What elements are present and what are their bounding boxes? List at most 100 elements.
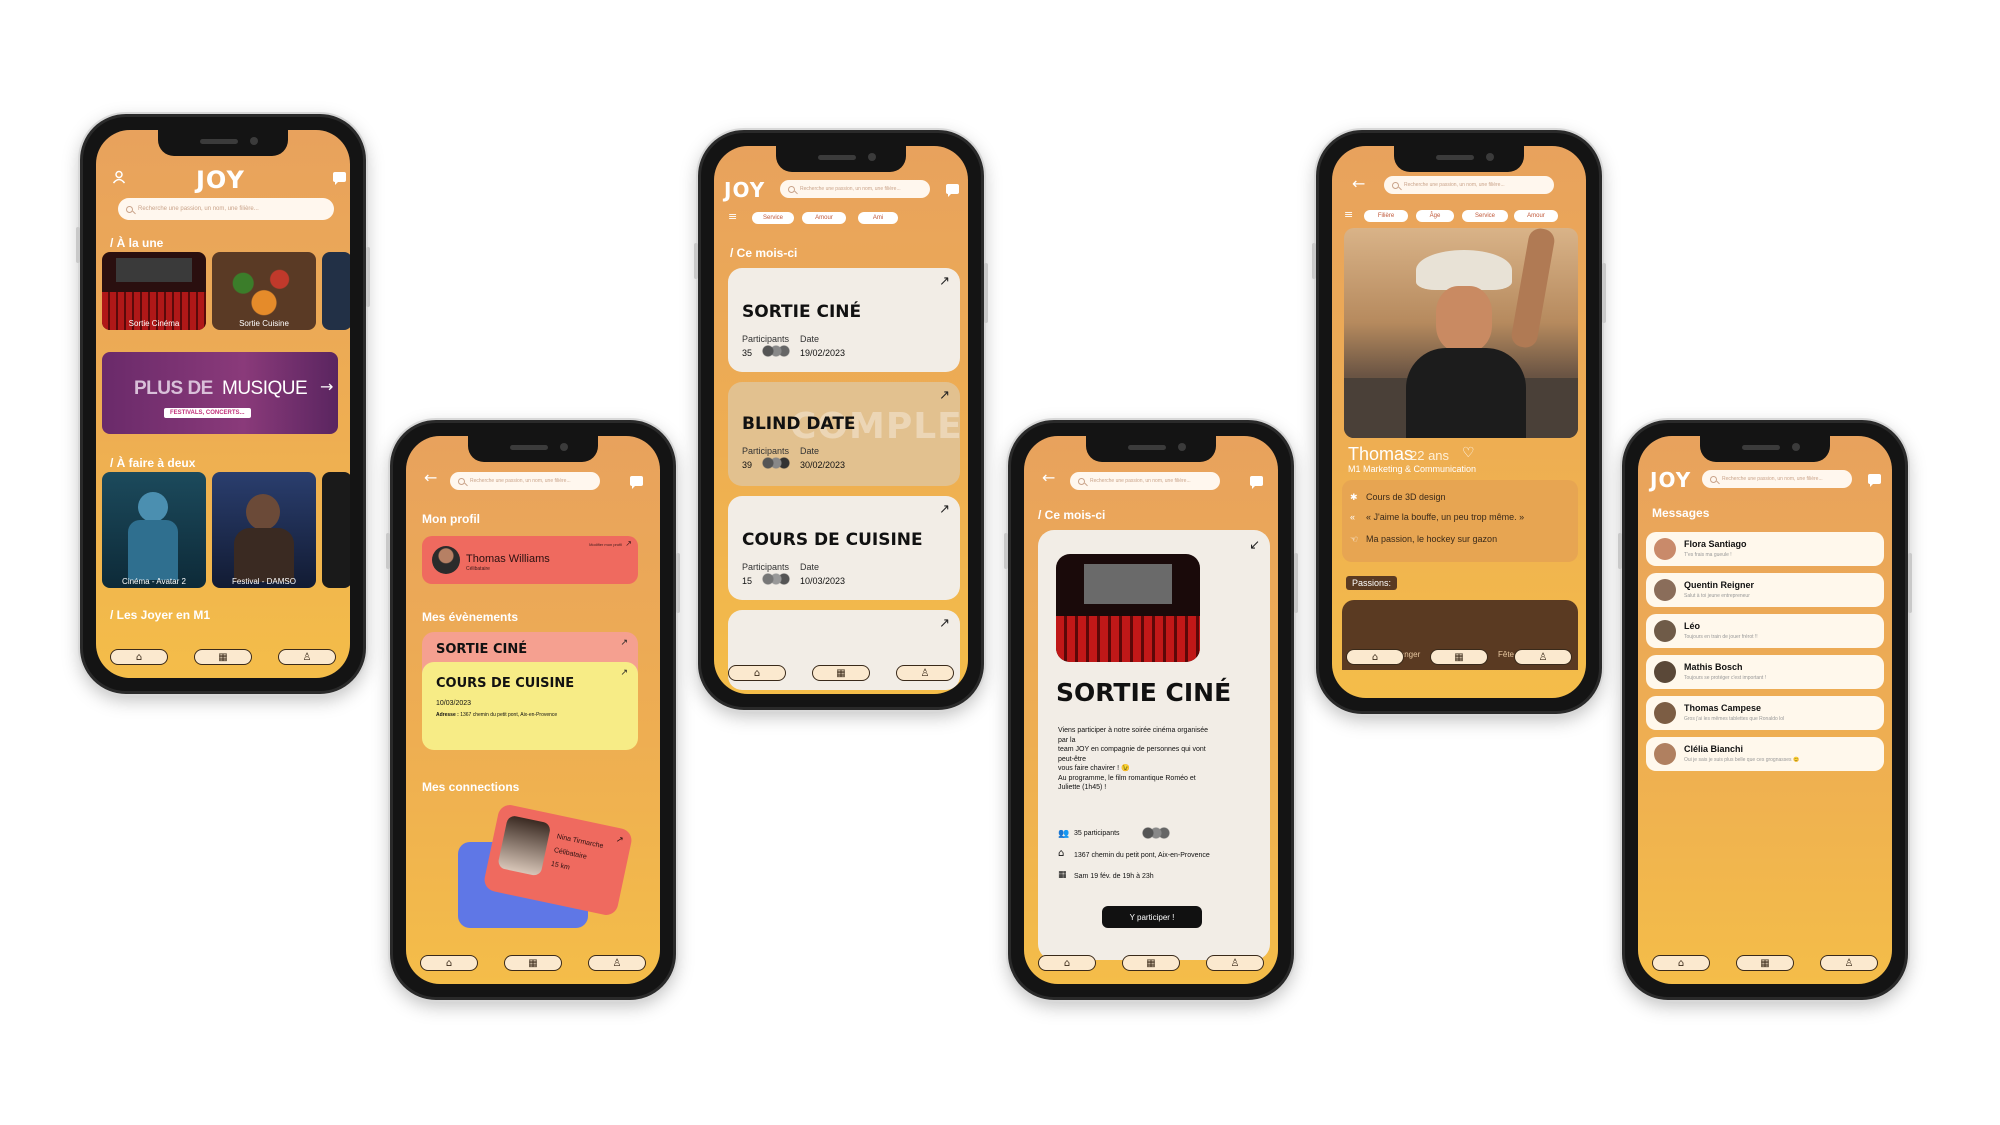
- filter-pill-amour[interactable]: Amour: [802, 212, 846, 224]
- tab-calendar[interactable]: ▦: [194, 649, 252, 665]
- section-my-connections: Mes connections: [422, 780, 520, 794]
- contact-name: Léo: [1684, 621, 1701, 631]
- event-card-cuisine[interactable]: ↗ COURS DE CUISINE Participants 15 Date …: [728, 496, 960, 600]
- event-card-cuisine[interactable]: COURS DE CUISINE ↗ 10/03/2023 Adresse : …: [422, 662, 638, 750]
- tab-profile[interactable]: ♙: [896, 665, 954, 681]
- arrow-up-right-icon: ↗: [620, 668, 628, 678]
- search-icon: [1392, 181, 1399, 189]
- tab-home[interactable]: ⌂: [1346, 649, 1404, 665]
- conversation-item[interactable]: Flora Santiago T'es frais ma gueule !: [1646, 532, 1884, 566]
- tab-calendar[interactable]: ▦: [812, 665, 870, 681]
- search-input[interactable]: Recherche une passion, un nom, une filiè…: [450, 472, 600, 490]
- contact-name: Thomas Campese: [1684, 703, 1762, 713]
- chat-icon[interactable]: [1250, 476, 1263, 489]
- featured-card-cinema[interactable]: Sortie Cinéma: [102, 252, 206, 330]
- home-icon: ⌂: [1677, 957, 1685, 969]
- conversation-item[interactable]: Quentin Reigner Salut à toi jeune entrep…: [1646, 573, 1884, 607]
- featured-card-cuisine[interactable]: Sortie Cuisine: [212, 252, 316, 330]
- sort-icon[interactable]: ≡: [728, 210, 737, 223]
- tab-home[interactable]: ⌂: [728, 665, 786, 681]
- tab-home[interactable]: ⌂: [1652, 955, 1710, 971]
- profile-card[interactable]: Thomas Williams Célibataire Modifier mon…: [422, 536, 638, 584]
- tab-profile[interactable]: ♙: [1206, 955, 1264, 971]
- chat-icon[interactable]: [946, 184, 959, 197]
- tab-profile[interactable]: ♙: [1820, 955, 1878, 971]
- participants-label: Participants: [742, 334, 790, 344]
- screen-messages: JOY Recherche une passion, un nom, une f…: [1638, 436, 1892, 984]
- profile-name: Thomas Williams: [466, 553, 550, 565]
- filter-pill-age[interactable]: Âge: [1416, 210, 1454, 222]
- participants-label: Participants: [742, 446, 790, 456]
- home-icon: ⌂: [753, 667, 761, 679]
- filter-pill-amour[interactable]: Amour: [1514, 210, 1558, 222]
- arrow-down-left-icon[interactable]: ↙: [1249, 538, 1260, 553]
- conversation-item[interactable]: Léo Toujours en train de jouer frérot !!: [1646, 614, 1884, 648]
- app-logo: JOY: [196, 166, 245, 194]
- conversation-item[interactable]: Mathis Bosch Toujours se protéger c'est …: [1646, 655, 1884, 689]
- app-logo: JOY: [1650, 468, 1692, 492]
- avatar: [1654, 579, 1676, 601]
- tab-calendar[interactable]: ▦: [504, 955, 562, 971]
- search-input[interactable]: Recherche une passion, un nom, une filiè…: [1702, 470, 1852, 488]
- user-icon[interactable]: [112, 170, 126, 184]
- back-arrow-icon[interactable]: ←: [424, 468, 437, 487]
- contact-name: Quentin Reigner: [1684, 580, 1755, 590]
- phone-messages: JOY Recherche une passion, un nom, une f…: [1618, 420, 1912, 1000]
- search-placeholder: Recherche une passion, un nom, une filiè…: [1722, 476, 1823, 482]
- event-address: 1367 chemin du petit pont, Aix-en-Proven…: [1074, 852, 1210, 859]
- user-icon: ♙: [1538, 651, 1548, 663]
- chat-icon[interactable]: [333, 172, 346, 185]
- back-arrow-icon[interactable]: ←: [1352, 174, 1365, 193]
- tab-calendar[interactable]: ▦: [1122, 955, 1180, 971]
- filter-pill-ami[interactable]: Ami: [858, 212, 898, 224]
- search-input[interactable]: Recherche une passion, un nom, une filiè…: [1070, 472, 1220, 490]
- tab-profile[interactable]: ♙: [1514, 649, 1572, 665]
- filter-pill-service[interactable]: Service: [752, 212, 794, 224]
- chat-icon[interactable]: [1868, 474, 1881, 487]
- tab-profile[interactable]: ♙: [588, 955, 646, 971]
- tab-calendar[interactable]: ▦: [1430, 649, 1488, 665]
- tab-home[interactable]: ⌂: [1038, 955, 1096, 971]
- search-icon: [788, 185, 795, 193]
- desc-line: Viens participer à notre soirée cinéma o…: [1058, 727, 1209, 734]
- section-featured: / À la une: [110, 236, 164, 250]
- duo-card-damso[interactable]: Festival - DAMSO: [212, 472, 316, 588]
- home-icon: ⌂: [135, 651, 143, 663]
- contact-name: Clélia Bianchi: [1684, 744, 1744, 754]
- calendar-icon: ▦: [528, 957, 538, 969]
- tab-calendar[interactable]: ▦: [1736, 955, 1794, 971]
- participants-count: 39: [742, 460, 753, 470]
- back-arrow-icon[interactable]: ←: [1042, 468, 1055, 487]
- date-label: Date: [800, 562, 820, 572]
- duo-card-more[interactable]: [322, 472, 350, 588]
- search-icon: [1710, 475, 1717, 483]
- event-card-cinema[interactable]: ↗ SORTIE CINÉ Participants 35 Date 19/02…: [728, 268, 960, 372]
- search-input[interactable]: Recherche une passion, un nom, une filiè…: [780, 180, 930, 198]
- search-input[interactable]: Recherche une passion, un nom, une filiè…: [1384, 176, 1554, 194]
- event-card-blind-date[interactable]: COMPLET ↗ BLIND DATE Participants 39 Dat…: [728, 382, 960, 486]
- duo-card-avatar[interactable]: Cinéma - Avatar 2: [102, 472, 206, 588]
- address-label: Adresse :: [436, 712, 459, 718]
- avatar: [432, 546, 460, 574]
- event-schedule: Sam 19 fév. de 19h à 23h: [1074, 873, 1154, 880]
- conversation-item[interactable]: Thomas Campese Gros j'ai les mêmes table…: [1646, 696, 1884, 730]
- contact-name: Mathis Bosch: [1684, 662, 1743, 672]
- profile-program: M1 Marketing & Communication: [1348, 464, 1477, 474]
- edit-profile-link[interactable]: Modifier mon profil: [589, 542, 622, 547]
- filter-pill-filiere[interactable]: Filière: [1364, 210, 1408, 222]
- connection-status: Célibataire: [553, 847, 588, 861]
- participate-button[interactable]: Y participer !: [1102, 906, 1202, 928]
- hearts-icon[interactable]: ♡: [1462, 444, 1475, 461]
- connection-name: Nina Tirmarche: [556, 833, 604, 851]
- featured-card-more[interactable]: [322, 252, 350, 330]
- filter-pill-service[interactable]: Service: [1462, 210, 1508, 222]
- sort-icon[interactable]: ≡: [1344, 208, 1353, 221]
- chat-icon[interactable]: [630, 476, 643, 489]
- conversation-item[interactable]: Clélia Bianchi Oui je sais je suis plus …: [1646, 737, 1884, 771]
- tab-profile[interactable]: ♙: [278, 649, 336, 665]
- search-input[interactable]: Recherche une passion, un nom, une filiè…: [118, 198, 334, 220]
- music-banner[interactable]: PLUS DE MUSIQUE → FESTIVALS, CONCERTS...: [102, 352, 338, 434]
- tab-home[interactable]: ⌂: [420, 955, 478, 971]
- info-quote: « J'aime la bouffe, un peu trop même. »: [1366, 512, 1525, 522]
- tab-home[interactable]: ⌂: [110, 649, 168, 665]
